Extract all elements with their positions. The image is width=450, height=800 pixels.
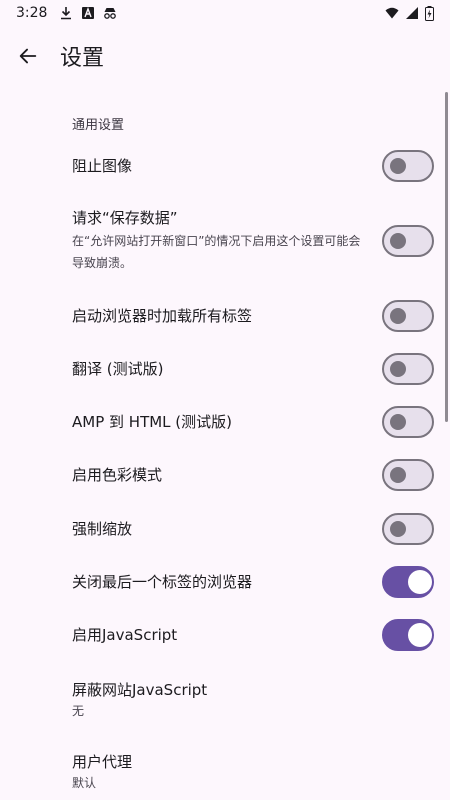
close-on-last-tab-switch[interactable] [382, 566, 434, 598]
setting-title: 启动浏览器时加载所有标签 [72, 307, 253, 325]
amp-to-html-switch[interactable] [382, 406, 434, 438]
save-data-switch[interactable] [382, 225, 434, 257]
status-time: 3:28 [16, 5, 48, 21]
status-bar: 3:28 [0, 0, 450, 26]
setting-summary: 默认 [72, 776, 97, 790]
force-zoom-switch[interactable] [382, 513, 434, 545]
block-images-switch[interactable] [382, 150, 434, 182]
setting-translate[interactable]: 翻译 (测试版) [72, 353, 434, 385]
setting-title: 阻止图像 [72, 157, 133, 175]
translate-switch[interactable] [382, 353, 434, 385]
wifi-icon [385, 7, 399, 19]
load-all-tabs-switch[interactable] [382, 300, 434, 332]
setting-force-zoom[interactable]: 强制缩放 [72, 513, 434, 545]
notification-icons [59, 6, 117, 20]
setting-save-data[interactable]: 请求“保存数据” 在“允许网站打开新窗口”的情况下启用这个设置可能会导致崩溃。 [72, 208, 434, 274]
color-mode-switch[interactable] [382, 459, 434, 491]
setting-title: AMP 到 HTML (测试版) [72, 413, 232, 431]
setting-title: 启用JavaScript [72, 626, 178, 644]
setting-load-all-tabs[interactable]: 启动浏览器时加载所有标签 [72, 300, 434, 332]
app-bar: 设置 [0, 26, 450, 86]
page-title: 设置 [60, 46, 105, 71]
setting-summary: 在“允许网站打开新窗口”的情况下启用这个设置可能会导致崩溃。 [72, 234, 361, 270]
setting-block-images[interactable]: 阻止图像 [72, 150, 434, 182]
setting-title: 关闭最后一个标签的浏览器 [72, 573, 253, 591]
setting-title: 请求“保存数据” [72, 209, 178, 227]
system-icons [385, 5, 434, 21]
setting-title: 翻译 (测试版) [72, 360, 164, 378]
setting-title: 屏蔽网站JavaScript [72, 681, 208, 699]
setting-block-site-javascript[interactable]: 屏蔽网站JavaScript 无 [72, 680, 434, 722]
setting-enable-javascript[interactable]: 启用JavaScript [72, 619, 434, 651]
arrow-back-icon [19, 48, 37, 64]
setting-title: 强制缩放 [72, 520, 133, 538]
signal-icon [406, 7, 418, 19]
incognito-icon [104, 8, 117, 19]
setting-title: 启用色彩模式 [72, 466, 163, 484]
scrollbar[interactable] [445, 92, 448, 422]
font-icon [82, 7, 95, 19]
section-header: 通用设置 [72, 118, 125, 133]
back-button[interactable] [0, 28, 56, 84]
download-icon [61, 7, 72, 20]
setting-title: 用户代理 [72, 753, 133, 771]
battery-icon [425, 5, 434, 21]
setting-amp-to-html[interactable]: AMP 到 HTML (测试版) [72, 406, 434, 438]
setting-summary: 无 [72, 704, 85, 718]
setting-user-agent[interactable]: 用户代理 默认 [72, 752, 434, 794]
setting-color-mode[interactable]: 启用色彩模式 [72, 459, 434, 491]
enable-javascript-switch[interactable] [382, 619, 434, 651]
setting-close-on-last-tab[interactable]: 关闭最后一个标签的浏览器 [72, 566, 434, 598]
